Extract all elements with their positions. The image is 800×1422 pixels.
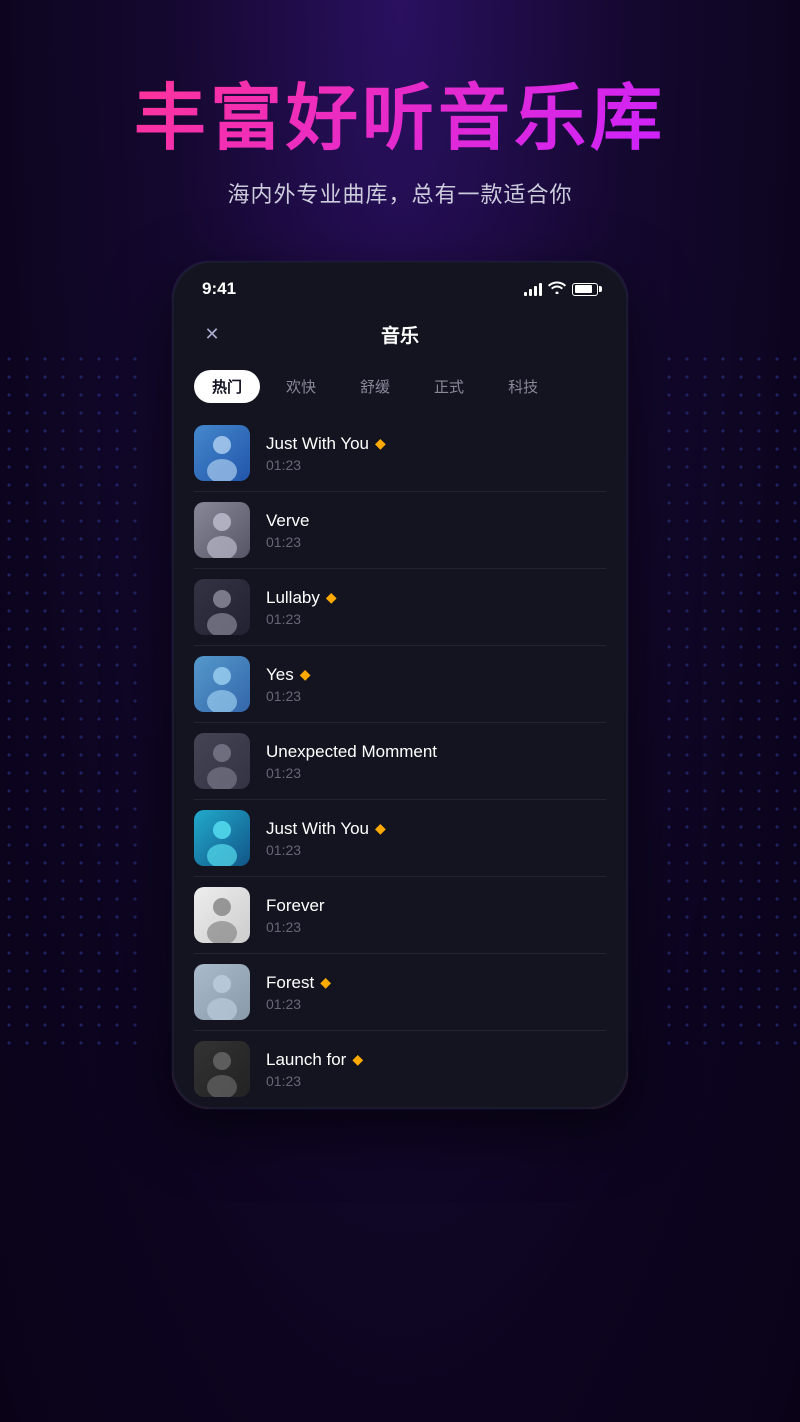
album-art bbox=[194, 964, 250, 1020]
tab-happy[interactable]: 欢快 bbox=[268, 370, 334, 403]
music-item[interactable]: Just With You ◆ 01:23 bbox=[174, 415, 626, 491]
album-art bbox=[194, 656, 250, 712]
music-info: Forest ◆ 01:23 bbox=[266, 973, 606, 1012]
album-art bbox=[194, 579, 250, 635]
music-name: Just With You ◆ bbox=[266, 434, 606, 454]
wifi-icon bbox=[548, 280, 566, 299]
tab-formal[interactable]: 正式 bbox=[416, 370, 482, 403]
status-time: 9:41 bbox=[202, 279, 236, 299]
music-info: Launch for ◆ 01:23 bbox=[266, 1050, 606, 1089]
music-duration: 01:23 bbox=[266, 765, 606, 781]
app-title: 音乐 bbox=[381, 321, 419, 348]
album-art bbox=[194, 1041, 250, 1097]
music-name: Forest ◆ bbox=[266, 973, 606, 993]
music-name: Just With You ◆ bbox=[266, 819, 606, 839]
music-name: Verve bbox=[266, 511, 606, 531]
music-duration: 01:23 bbox=[266, 534, 606, 550]
tab-tech[interactable]: 科技 bbox=[490, 370, 556, 403]
music-duration: 01:23 bbox=[266, 611, 606, 627]
tab-hot[interactable]: 热门 bbox=[194, 370, 260, 403]
music-duration: 01:23 bbox=[266, 457, 606, 473]
music-item[interactable]: Yes ◆ 01:23 bbox=[174, 646, 626, 722]
hero-subtitle: 海内外专业曲库，总有一款适合你 bbox=[134, 177, 666, 209]
close-button[interactable]: ✕ bbox=[198, 321, 226, 349]
vip-icon: ◆ bbox=[352, 1051, 363, 1068]
app-header: ✕ 音乐 bbox=[174, 307, 626, 362]
status-bar: 9:41 bbox=[174, 263, 626, 307]
vip-icon: ◆ bbox=[320, 974, 331, 991]
music-info: Forever 01:23 bbox=[266, 896, 606, 935]
music-item[interactable]: Lullaby ◆ 01:23 bbox=[174, 569, 626, 645]
phone-wrapper: 9:41 bbox=[170, 259, 630, 1111]
music-name: Yes ◆ bbox=[266, 665, 606, 685]
phone-inner: 9:41 bbox=[174, 263, 626, 1107]
music-item[interactable]: Launch for ◆ 01:23 bbox=[174, 1031, 626, 1107]
music-duration: 01:23 bbox=[266, 688, 606, 704]
music-duration: 01:23 bbox=[266, 919, 606, 935]
music-list: Just With You ◆ 01:23 Verve 01:23 bbox=[174, 415, 626, 1107]
battery-icon bbox=[572, 283, 598, 296]
album-art bbox=[194, 733, 250, 789]
album-art bbox=[194, 887, 250, 943]
music-item[interactable]: Unexpected Momment 01:23 bbox=[174, 723, 626, 799]
music-info: Just With You ◆ 01:23 bbox=[266, 819, 606, 858]
music-duration: 01:23 bbox=[266, 996, 606, 1012]
tab-calm[interactable]: 舒缓 bbox=[342, 370, 408, 403]
signal-icon bbox=[524, 282, 542, 296]
music-name: Forever bbox=[266, 896, 606, 916]
status-icons bbox=[524, 280, 598, 299]
music-duration: 01:23 bbox=[266, 842, 606, 858]
music-item[interactable]: Just With You ◆ 01:23 bbox=[174, 800, 626, 876]
filter-tabs: 热门 欢快 舒缓 正式 科技 bbox=[174, 362, 626, 415]
music-item[interactable]: Forest ◆ 01:23 bbox=[174, 954, 626, 1030]
vip-icon: ◆ bbox=[300, 666, 311, 683]
music-item[interactable]: Forever 01:23 bbox=[174, 877, 626, 953]
music-name: Launch for ◆ bbox=[266, 1050, 606, 1070]
album-art bbox=[194, 810, 250, 866]
vip-icon: ◆ bbox=[375, 435, 386, 452]
phone-mockup: 9:41 bbox=[170, 259, 630, 1111]
music-info: Unexpected Momment 01:23 bbox=[266, 742, 606, 781]
music-info: Just With You ◆ 01:23 bbox=[266, 434, 606, 473]
page: 丰富好听音乐库 海内外专业曲库，总有一款适合你 9:41 bbox=[0, 0, 800, 1422]
album-art bbox=[194, 425, 250, 481]
vip-icon: ◆ bbox=[375, 820, 386, 837]
album-art bbox=[194, 502, 250, 558]
music-info: Verve 01:23 bbox=[266, 511, 606, 550]
hero-section: 丰富好听音乐库 海内外专业曲库，总有一款适合你 bbox=[134, 0, 666, 249]
music-name: Lullaby ◆ bbox=[266, 588, 606, 608]
hero-title: 丰富好听音乐库 bbox=[134, 80, 666, 159]
music-info: Lullaby ◆ 01:23 bbox=[266, 588, 606, 627]
music-duration: 01:23 bbox=[266, 1073, 606, 1089]
music-name: Unexpected Momment bbox=[266, 742, 606, 762]
music-info: Yes ◆ 01:23 bbox=[266, 665, 606, 704]
vip-icon: ◆ bbox=[326, 589, 337, 606]
music-item[interactable]: Verve 01:23 bbox=[174, 492, 626, 568]
